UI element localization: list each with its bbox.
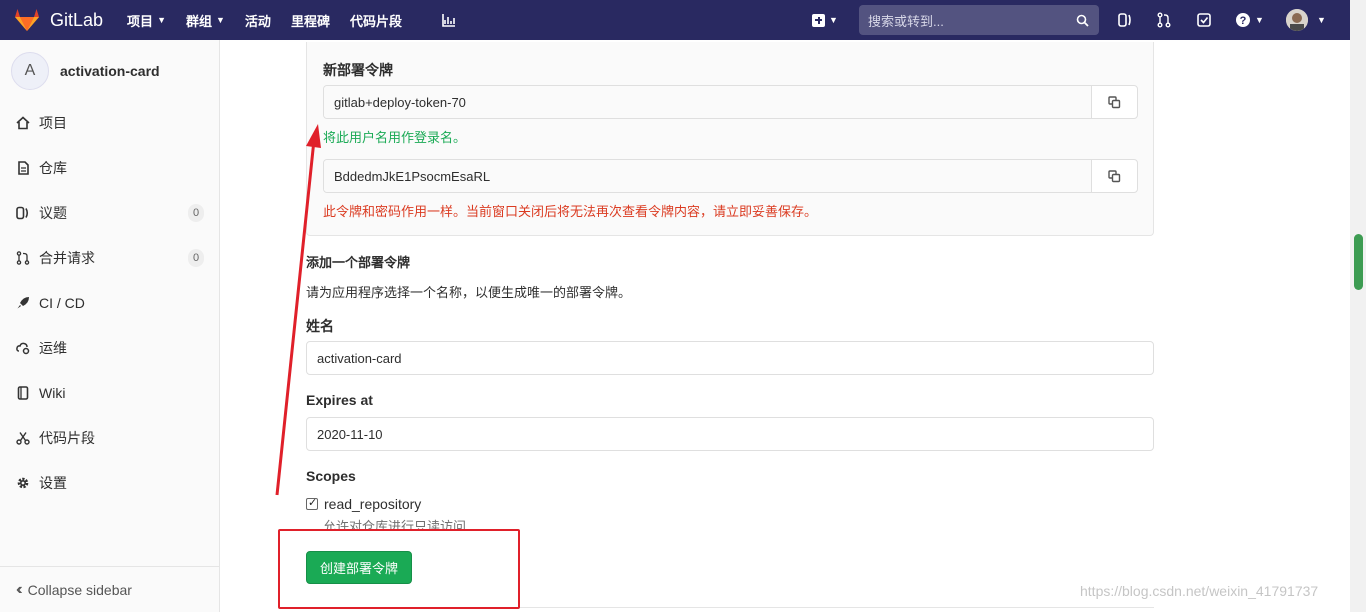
plus-icon — [812, 13, 825, 27]
chevron-down-icon: ▼ — [829, 15, 838, 25]
sidebar-item-snippets[interactable]: 代码片段 — [0, 415, 219, 460]
panel-title: 新部署令牌 — [323, 62, 393, 78]
sidebar-item-project[interactable]: 项目 — [0, 100, 219, 145]
project-name: activation-card — [60, 63, 160, 79]
main-nav: 项目 ▼ 群组 ▼ 活动 里程碑 代码片段 — [127, 11, 456, 30]
deploy-token-password-field: BddedmJkE1PsocmEsaRL — [323, 159, 1138, 193]
scopes-label: Scopes — [306, 468, 356, 484]
issues-icon — [16, 206, 29, 219]
chart-icon[interactable] — [442, 13, 456, 27]
read-repository-help: 允许对仓库进行只读访问 — [323, 519, 467, 530]
chevron-down-icon: ▼ — [216, 15, 225, 25]
new-deploy-token-panel: 新部署令牌 gitlab+deploy-token-70 将此用户名用作登录名。… — [306, 42, 1154, 236]
nav-milestones[interactable]: 里程碑 — [291, 11, 330, 30]
issues-count-badge: 0 — [188, 203, 204, 222]
project-sidebar: A activation-card 项目 仓库 议题 0 合并请求 0 CI /… — [0, 40, 220, 612]
read-repository-label: read_repository — [324, 496, 422, 512]
sidebar-item-merge-requests[interactable]: 合并请求 0 — [0, 235, 219, 280]
nav-activity[interactable]: 活动 — [245, 11, 271, 30]
chevron-down-icon: ▼ — [1255, 15, 1264, 25]
password-warning-text: 此令牌和密码作用一样。当前窗口关闭后将无法再次查看令牌内容，请立即妥善保存。 — [323, 204, 818, 219]
sidebar-item-settings[interactable]: 设置 — [0, 460, 219, 505]
deploy-token-username-field: gitlab+deploy-token-70 — [323, 85, 1138, 119]
copy-icon — [1108, 169, 1121, 182]
merge-icon — [16, 250, 30, 265]
top-navbar: GitLab 项目 ▼ 群组 ▼ 活动 里程碑 代码片段 — [0, 0, 1350, 40]
gitlab-logo[interactable]: GitLab — [14, 8, 103, 32]
rocket-icon — [17, 296, 29, 308]
double-chevron-left-icon: ‹‹ — [16, 580, 22, 598]
expires-at-input[interactable]: 2020-11-10 — [306, 417, 1154, 451]
read-repository-checkbox[interactable] — [306, 496, 318, 510]
svg-text:?: ? — [1240, 15, 1247, 27]
page-scrollbar[interactable] — [1350, 0, 1366, 612]
merge-request-icon[interactable] — [1156, 12, 1172, 28]
cloud-gear-icon — [16, 342, 30, 354]
copy-password-button[interactable] — [1091, 160, 1137, 192]
todo-icon[interactable] — [1196, 12, 1212, 28]
copy-icon — [1108, 95, 1121, 108]
copy-username-button[interactable] — [1091, 86, 1137, 118]
tanuki-icon — [15, 9, 39, 31]
user-avatar[interactable] — [1286, 9, 1308, 31]
add-deploy-token-description: 请为应用程序选择一个名称，以便生成唯一的部署令牌。 — [306, 285, 632, 300]
deploy-token-password[interactable]: BddedmJkE1PsocmEsaRL — [324, 160, 1091, 192]
sidebar-item-operations[interactable]: 运维 — [0, 325, 219, 370]
username-help-text: 将此用户名用作登录名。 — [323, 130, 467, 145]
book-icon — [17, 385, 29, 400]
sidebar-item-issues[interactable]: 议题 0 — [0, 190, 219, 235]
project-avatar: A — [11, 52, 49, 90]
gear-icon — [17, 477, 29, 488]
sidebar-item-wiki[interactable]: Wiki — [0, 370, 219, 415]
home-icon — [16, 115, 30, 129]
scope-read-repository[interactable]: read_repository — [306, 496, 421, 512]
user-icon — [1286, 9, 1308, 31]
project-header[interactable]: A activation-card — [0, 40, 219, 102]
search-icon — [1076, 14, 1089, 27]
chevron-down-icon: ▼ — [157, 15, 166, 25]
scissors-icon — [16, 431, 30, 445]
doc-icon — [18, 160, 29, 175]
annotation-highlight-box — [278, 529, 520, 609]
search-input[interactable]: 搜索或转到... — [859, 5, 1099, 35]
sidebar-item-ci-cd[interactable]: CI / CD — [0, 280, 219, 325]
deploy-token-username[interactable]: gitlab+deploy-token-70 — [324, 86, 1091, 118]
add-deploy-token-heading: 添加一个部署令牌 — [306, 255, 411, 270]
expires-at-label: Expires at — [306, 392, 373, 408]
nav-projects[interactable]: 项目 ▼ — [127, 11, 166, 30]
brand-name: GitLab — [50, 9, 104, 30]
merge-requests-count-badge: 0 — [188, 248, 204, 267]
name-label: 姓名 — [306, 318, 334, 334]
help-dropdown[interactable]: ? ▼ — [1235, 12, 1264, 28]
nav-snippets[interactable]: 代码片段 — [350, 11, 402, 30]
sidebar-item-repository[interactable]: 仓库 — [0, 145, 219, 190]
watermark: https://blog.csdn.net/weixin_41791737 — [1080, 583, 1319, 599]
new-item-dropdown[interactable]: ▼ — [812, 0, 838, 40]
scrollbar-thumb[interactable] — [1354, 234, 1363, 290]
help-icon: ? — [1236, 13, 1250, 27]
issues-icon[interactable] — [1117, 12, 1133, 28]
name-input[interactable]: activation-card — [306, 341, 1154, 375]
nav-groups[interactable]: 群组 ▼ — [186, 11, 225, 30]
chevron-down-icon[interactable]: ▼ — [1317, 15, 1326, 25]
collapse-sidebar-button[interactable]: ‹‹ Collapse sidebar — [0, 566, 219, 612]
